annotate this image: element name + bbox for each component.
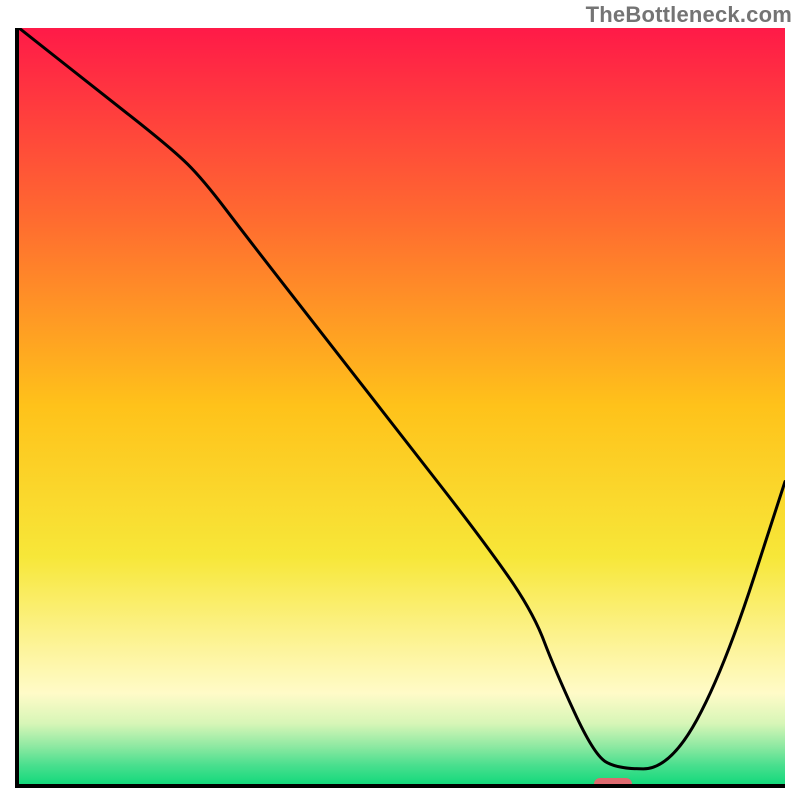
optimum-marker [594,778,632,788]
chart-container: TheBottleneck.com [0,0,800,800]
gradient-background [19,28,785,784]
plot-area [15,28,785,788]
watermark-text: TheBottleneck.com [586,2,792,28]
